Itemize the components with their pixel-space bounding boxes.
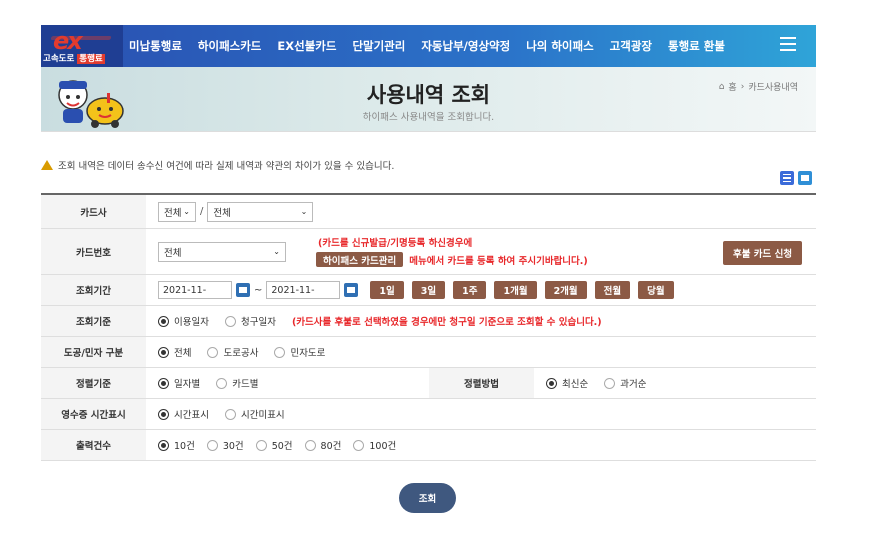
radio-bill-date[interactable]: 청구일자 bbox=[224, 314, 276, 328]
nav-item-unpaid-toll[interactable]: 미납통행료 bbox=[129, 38, 182, 54]
nav-menu: 미납통행료 하이패스카드 EX선불카드 단말기관리 자동납부/영상약정 나의 하… bbox=[129, 25, 741, 67]
radio-count-80[interactable]: 80건 bbox=[304, 438, 341, 452]
breadcrumb-current: 카드사용내역 bbox=[748, 83, 798, 93]
view-toggle bbox=[780, 171, 812, 185]
row-card-number: 카드번호 전체 ⌄ (카드를 신규발급/기명등록 하신경우에 하이패스 카드관리 … bbox=[41, 229, 816, 275]
label-receipt-time: 영수증 시간표시 bbox=[41, 399, 146, 429]
nav-item-terminal[interactable]: 단말기관리 bbox=[352, 38, 405, 54]
search-form: 카드사 전체 ⌄ / 전체 ⌄ 카드번호 전체 ⌄ (카드를 신규발급/기명등록 하신… bbox=[41, 193, 816, 461]
row-output-count: 출력건수 10건 30건 50건 80건 100건 bbox=[41, 430, 816, 461]
search-submit-button[interactable]: 조회 bbox=[399, 483, 456, 513]
breadcrumb-home[interactable]: 홈 bbox=[728, 80, 736, 93]
label-period: 조회기간 bbox=[41, 275, 146, 305]
period-this-month-button[interactable]: 당월 bbox=[638, 281, 674, 299]
label-order: 정렬방법 bbox=[429, 368, 534, 398]
radio-show-time[interactable]: 시간표시 bbox=[158, 407, 209, 421]
calendar-icon[interactable] bbox=[236, 283, 250, 297]
home-icon[interactable]: ⌂ bbox=[719, 82, 725, 92]
card-number-select[interactable]: 전체 ⌄ bbox=[158, 241, 286, 262]
breadcrumb: ⌂ 홈 › 카드사용내역 bbox=[719, 80, 798, 94]
nav-item-ex-prepaid-card[interactable]: EX선불카드 bbox=[277, 38, 336, 54]
nav-item-hipass-card[interactable]: 하이패스카드 bbox=[198, 38, 261, 54]
postpaid-card-apply-button[interactable]: 후불 카드 신청 bbox=[723, 241, 803, 265]
list-view-icon[interactable] bbox=[780, 171, 794, 185]
top-navigation: ex 고속도로 통행료 미납통행료 하이패스카드 EX선불카드 단말기관리 자동… bbox=[41, 25, 816, 67]
label-card-number: 카드번호 bbox=[41, 229, 146, 274]
label-output-count: 출력건수 bbox=[41, 430, 146, 460]
chevron-down-icon: ⌄ bbox=[183, 206, 190, 216]
radio-sort-date[interactable]: 일자별 bbox=[158, 376, 200, 390]
radio-order-oldest[interactable]: 과거순 bbox=[604, 376, 646, 390]
radio-road-all[interactable]: 전체 bbox=[158, 345, 191, 359]
basis-note: (카드사를 후불로 선택하였을 경우에만 청구일 기준으로 조회할 수 있습니다… bbox=[291, 317, 602, 328]
label-sort: 정렬기준 bbox=[41, 368, 146, 398]
card-company-select-2[interactable]: 전체 ⌄ bbox=[207, 201, 314, 222]
radio-road-private[interactable]: 민자도로 bbox=[274, 345, 325, 359]
label-road-type: 도공/민자 구분 bbox=[41, 337, 146, 367]
nav-item-toll-refund[interactable]: 통행료 환불 bbox=[668, 38, 725, 54]
nav-item-customer-plaza[interactable]: 고객광장 bbox=[610, 38, 652, 54]
radio-count-50[interactable]: 50건 bbox=[255, 438, 293, 452]
hipass-card-manage-button[interactable]: 하이패스 카드관리 bbox=[316, 252, 404, 267]
notice: 조회 내역은 데이터 송수신 여건에 따라 실제 내역과 약관의 차이가 있을 … bbox=[41, 158, 394, 172]
period-1day-button[interactable]: 1일 bbox=[370, 281, 404, 299]
calendar-view-icon[interactable] bbox=[798, 171, 812, 185]
logo-tagline: 고속도로 통행료 bbox=[43, 54, 105, 64]
radio-count-10[interactable]: 10건 bbox=[158, 438, 195, 452]
period-1month-button[interactable]: 1개월 bbox=[494, 281, 537, 299]
notice-text: 조회 내역은 데이터 송수신 여건에 따라 실제 내역과 약관의 차이가 있을 … bbox=[58, 161, 395, 172]
page-title: 사용내역 조회 bbox=[366, 83, 491, 107]
card-number-note: (카드를 신규발급/기명등록 하신경우에 하이패스 카드관리 메뉴에서 카드를 … bbox=[316, 238, 588, 267]
radio-use-date[interactable]: 이용일자 bbox=[158, 314, 209, 328]
breadcrumb-separator-icon: › bbox=[740, 81, 745, 92]
chevron-down-icon: ⌄ bbox=[300, 206, 308, 216]
radio-count-100[interactable]: 100건 bbox=[353, 438, 396, 452]
radio-order-newest[interactable]: 최신순 bbox=[546, 376, 588, 390]
row-card-company: 카드사 전체 ⌄ / 전체 ⌄ bbox=[41, 195, 816, 229]
row-receipt-time: 영수증 시간표시 시간표시 시간미표시 bbox=[41, 399, 816, 430]
period-2month-button[interactable]: 2개월 bbox=[544, 281, 587, 299]
logo-text: ex bbox=[53, 27, 83, 55]
radio-hide-time[interactable]: 시간미표시 bbox=[224, 407, 285, 421]
row-road-type: 도공/민자 구분 전체 도로공사 민자도로 bbox=[41, 337, 816, 368]
page-subtitle: 하이패스 사용내역을 조회합니다. bbox=[362, 112, 495, 123]
radio-sort-card[interactable]: 카드별 bbox=[216, 376, 258, 390]
warning-icon bbox=[41, 160, 53, 170]
label-card-company: 카드사 bbox=[41, 195, 146, 228]
nav-item-auto-payment[interactable]: 자동납부/영상약정 bbox=[421, 38, 510, 54]
card-company-select-1[interactable]: 전체 ⌄ bbox=[158, 201, 196, 222]
calendar-icon[interactable] bbox=[344, 283, 359, 297]
period-3day-button[interactable]: 3일 bbox=[411, 281, 446, 299]
radio-road-expressway[interactable]: 도로공사 bbox=[207, 345, 258, 359]
label-basis: 조회기준 bbox=[41, 306, 146, 336]
ex-logo[interactable]: ex 고속도로 통행료 bbox=[41, 25, 123, 67]
period-last-month-button[interactable]: 전월 bbox=[594, 281, 631, 299]
date-to-input[interactable]: 2021-11- bbox=[266, 281, 341, 299]
chevron-down-icon: ⌄ bbox=[273, 246, 280, 256]
date-from-input[interactable]: 2021-11- bbox=[158, 281, 232, 299]
row-period: 조회기간 2021-11- ~ 2021-11- 1일 3일 1주 1개월 2개… bbox=[41, 275, 816, 306]
hamburger-menu-icon[interactable] bbox=[780, 37, 796, 51]
nav-item-my-hipass[interactable]: 나의 하이패스 bbox=[526, 38, 593, 54]
row-sort: 정렬기준 일자별 카드별 정렬방법 최신순 과거순 bbox=[41, 368, 816, 399]
period-1week-button[interactable]: 1주 bbox=[453, 281, 487, 299]
radio-count-30[interactable]: 30건 bbox=[206, 438, 244, 452]
row-basis: 조회기준 이용일자 청구일자 (카드사를 후불로 선택하였을 경우에만 청구일 … bbox=[41, 306, 816, 337]
page-banner: 사용내역 조회 하이패스 사용내역을 조회합니다. ⌂ 홈 › 카드사용내역 bbox=[41, 67, 816, 132]
